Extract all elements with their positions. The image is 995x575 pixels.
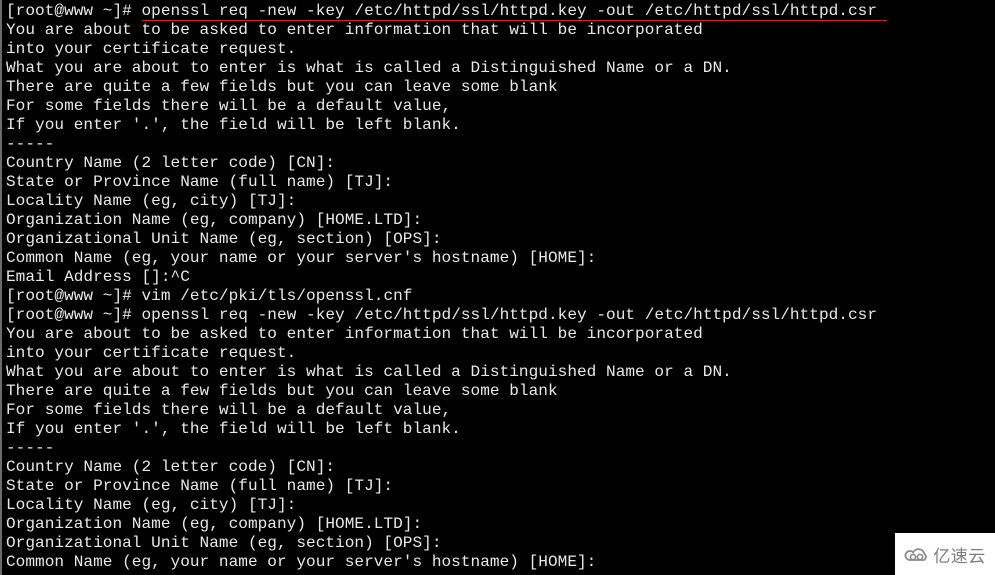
output-line: Organizational Unit Name (eg, section) [… xyxy=(6,230,442,248)
output-line: into your certificate request. xyxy=(6,40,297,58)
command-text: openssl req -new -key /etc/httpd/ssl/htt… xyxy=(141,306,878,324)
output-line: Country Name (2 letter code) [CN]: xyxy=(6,154,336,172)
terminal-output: [root@www ~]# openssl req -new -key /etc… xyxy=(6,2,995,572)
output-line: If you enter '.', the field will be left… xyxy=(6,420,461,438)
watermark-text: 亿速云 xyxy=(933,546,986,567)
output-line: Organizational Unit Name (eg, section) [… xyxy=(6,534,442,552)
command-line: [root@www ~]# openssl req -new -key /etc… xyxy=(6,306,995,325)
command-line: [root@www ~]# openssl req -new -key /etc… xyxy=(6,2,995,21)
output-line: You are about to be asked to enter infor… xyxy=(6,21,703,39)
output-line: State or Province Name (full name) [TJ]: xyxy=(6,477,394,495)
highlighted-command: openssl req -new -key /etc/httpd/ssl/htt… xyxy=(141,2,888,21)
shell-prompt: [root@www ~]# xyxy=(6,2,142,20)
output-line: Common Name (eg, your name or your serve… xyxy=(6,553,597,571)
watermark: 亿速云 xyxy=(895,533,995,575)
output-line: For some fields there will be a default … xyxy=(6,401,452,419)
command-text: vim /etc/pki/tls/openssl.cnf xyxy=(141,287,413,305)
output-line: Country Name (2 letter code) [CN]: xyxy=(6,458,336,476)
output-line: There are quite a few fields but you can… xyxy=(6,382,558,400)
output-line: What you are about to enter is what is c… xyxy=(6,59,732,77)
output-line: ----- xyxy=(6,135,55,153)
output-line: If you enter '.', the field will be left… xyxy=(6,116,461,134)
output-line: For some fields there will be a default … xyxy=(6,97,452,115)
output-line: Organization Name (eg, company) [HOME.LT… xyxy=(6,515,423,533)
output-line: You are about to be asked to enter infor… xyxy=(6,325,703,343)
output-line: There are quite a few fields but you can… xyxy=(6,78,558,96)
output-line: Locality Name (eg, city) [TJ]: xyxy=(6,192,297,210)
shell-prompt: [root@www ~]# xyxy=(6,287,142,305)
output-line: Organization Name (eg, company) [HOME.LT… xyxy=(6,211,423,229)
output-line: into your certificate request. xyxy=(6,344,297,362)
shell-prompt: [root@www ~]# xyxy=(6,306,142,324)
output-line: Common Name (eg, your name or your serve… xyxy=(6,249,597,267)
cloud-logo-icon xyxy=(904,545,930,563)
terminal-window[interactable]: [root@www ~]# openssl req -new -key /etc… xyxy=(0,0,995,575)
output-line: State or Province Name (full name) [TJ]: xyxy=(6,173,394,191)
output-line: What you are about to enter is what is c… xyxy=(6,363,732,381)
output-line: Locality Name (eg, city) [TJ]: xyxy=(6,496,297,514)
command-line: [root@www ~]# vim /etc/pki/tls/openssl.c… xyxy=(6,287,995,306)
output-line: ----- xyxy=(6,439,55,457)
output-line: Email Address []:^C xyxy=(6,268,190,286)
